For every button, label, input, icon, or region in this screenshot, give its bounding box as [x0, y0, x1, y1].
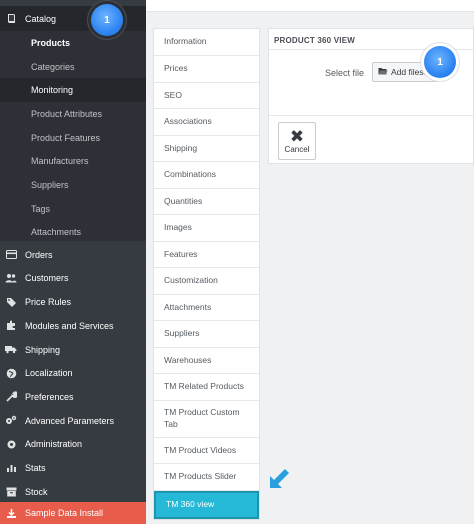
cancel-button[interactable]: ✖ Cancel [278, 122, 316, 160]
submenu-item-product-features[interactable]: Product Features [0, 126, 146, 150]
submenu-item-monitoring[interactable]: Monitoring [0, 78, 146, 103]
product-tabs: Information Prices SEO Associations Ship… [153, 28, 260, 520]
sidebar-item-label: Modules and Services [25, 320, 114, 331]
tab-associations[interactable]: Associations [154, 109, 259, 136]
catalog-submenu: Products Categories Monitoring Product A… [0, 31, 146, 241]
tab-tm-products-slider[interactable]: TM Products Slider [154, 464, 259, 491]
sidebar-item-shipping[interactable]: Shipping [0, 338, 146, 362]
globe-icon [5, 367, 17, 379]
tab-tm-related-products[interactable]: TM Related Products [154, 374, 259, 401]
wrench-icon [5, 391, 17, 403]
panel-title: PRODUCT 360 VIEW [274, 36, 355, 45]
tab-tm-product-custom-tab[interactable]: TM Product Custom Tab [154, 401, 259, 438]
tab-shipping[interactable]: Shipping [154, 136, 259, 162]
submenu-item-categories[interactable]: Categories [0, 55, 146, 79]
sidebar-item-label: Advanced Parameters [25, 415, 115, 426]
tab-suppliers[interactable]: Suppliers [154, 321, 259, 348]
tab-seo[interactable]: SEO [154, 83, 259, 109]
sidebar-item-label: Price Rules [25, 297, 72, 308]
divider [269, 115, 474, 116]
step-badge: 1 [424, 46, 456, 78]
pointer-arrow-icon [270, 469, 289, 488]
sidebar-item-label: Shipping [25, 344, 61, 355]
tab-images[interactable]: Images [154, 215, 259, 242]
sidebar-item-label: Stats [25, 463, 46, 474]
sidebar-item-orders[interactable]: Orders [0, 243, 146, 267]
top-header-strip [146, 0, 474, 12]
tab-combinations[interactable]: Combinations [154, 162, 259, 189]
cogs-icon [5, 415, 17, 427]
tab-information[interactable]: Information [154, 29, 259, 56]
tab-quantities[interactable]: Quantities [154, 189, 259, 215]
step-badge: 1 [91, 4, 123, 36]
tab-customization[interactable]: Customization [154, 268, 259, 295]
admin-sidebar: Catalog Products Categories Monitoring P… [0, 0, 146, 524]
tab-prices[interactable]: Prices [154, 56, 259, 83]
submenu-item-products[interactable]: Products [0, 31, 146, 55]
sidebar-item-preferences[interactable]: Preferences [0, 385, 146, 409]
sidebar-item-label: Sample Data Install [25, 508, 104, 518]
sidebar-item-label: Catalog [25, 13, 57, 24]
sidebar-item-label: Orders [25, 249, 53, 260]
sidebar-item-modules-and-services[interactable]: Modules and Services [0, 314, 146, 338]
sidebar-item-advanced-parameters[interactable]: Advanced Parameters [0, 409, 146, 433]
close-icon: ✖ [289, 126, 305, 146]
sidebar-item-stats[interactable]: Stats [0, 456, 146, 480]
sidebar-item-localization[interactable]: Localization [0, 362, 146, 386]
cancel-label: Cancel [284, 144, 310, 154]
sidebar-item-sample-data-install[interactable]: Sample Data Install [0, 502, 146, 524]
puzzle-icon [5, 320, 17, 332]
select-file-label: Select file [325, 68, 365, 78]
credit-card-icon [5, 249, 17, 261]
sidebar-item-stock[interactable]: Stock [0, 480, 146, 504]
gear-icon [5, 438, 17, 450]
sidebar-item-label: Customers [25, 273, 69, 284]
sidebar-item-label: Administration [25, 439, 83, 450]
book-icon [5, 13, 17, 25]
submenu-item-suppliers[interactable]: Suppliers [0, 173, 146, 197]
tags-icon [5, 296, 17, 308]
tab-features[interactable]: Features [154, 242, 259, 268]
sidebar-item-price-rules[interactable]: Price Rules [0, 290, 146, 314]
sidebar-item-label: Localization [25, 368, 73, 379]
folder-open-icon [378, 67, 388, 77]
users-icon [5, 272, 17, 284]
submenu-item-tags[interactable]: Tags [0, 197, 146, 221]
download-icon [5, 507, 17, 519]
tab-attachments[interactable]: Attachments [154, 295, 259, 321]
submenu-item-product-attributes[interactable]: Product Attributes [0, 102, 146, 126]
sidebar-item-catalog[interactable]: Catalog [0, 6, 146, 31]
sidebar-item-label: Stock [25, 486, 48, 497]
truck-icon [5, 344, 17, 356]
archive-icon [5, 486, 17, 498]
tab-tm-product-videos[interactable]: TM Product Videos [154, 438, 259, 464]
sidebar-item-label: Preferences [25, 391, 74, 402]
bar-chart-icon [5, 462, 17, 474]
sidebar-item-administration[interactable]: Administration [0, 433, 146, 457]
submenu-item-manufacturers[interactable]: Manufacturers [0, 150, 146, 174]
tab-warehouses[interactable]: Warehouses [154, 348, 259, 374]
sidebar-item-customers[interactable]: Customers [0, 267, 146, 291]
submenu-item-attachments[interactable]: Attachments [0, 221, 146, 245]
tab-tm-360-view[interactable]: TM 360 view [154, 490, 259, 519]
